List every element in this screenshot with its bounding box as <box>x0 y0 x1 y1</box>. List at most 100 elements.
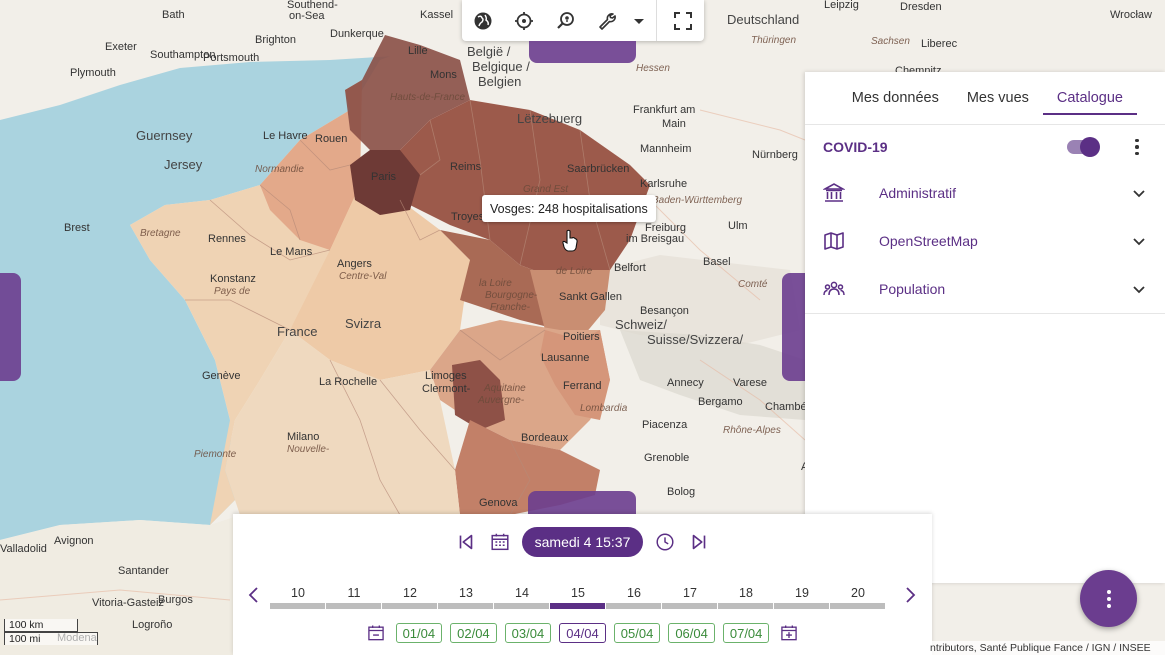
map-label-city: Grenoble <box>644 452 689 464</box>
day-chip[interactable]: 01/04 <box>395 623 443 643</box>
category-population[interactable]: Population <box>805 265 1165 313</box>
hour-label[interactable]: 18 <box>718 586 774 600</box>
day-chip[interactable]: 02/04 <box>450 623 497 643</box>
layer-visibility-toggle[interactable] <box>1067 137 1100 157</box>
calendar-icon[interactable] <box>488 530 512 554</box>
chevron-right-icon[interactable] <box>899 584 921 606</box>
map-toolbar <box>462 0 704 41</box>
wrench-icon[interactable] <box>586 0 627 41</box>
hour-segment[interactable] <box>718 603 773 609</box>
hour-segment[interactable] <box>662 603 717 609</box>
clock-icon[interactable] <box>653 530 677 554</box>
map-label-country: Schweiz/ <box>615 317 667 332</box>
calendar-minus-icon[interactable] <box>364 621 388 645</box>
crosshair-icon[interactable] <box>503 0 544 41</box>
globe-icon[interactable] <box>462 0 503 41</box>
feature-tooltip: Vosges: 248 hospitalisations <box>482 195 656 222</box>
hour-segment[interactable] <box>774 603 829 609</box>
day-chip[interactable]: 03/04 <box>504 623 552 643</box>
layer-header: COVID-19 <box>805 125 1165 169</box>
hour-segment[interactable] <box>382 603 437 609</box>
day-chip-active[interactable]: 04/04 <box>559 623 606 643</box>
map-label-city: Burgos <box>158 594 193 606</box>
map-label-region: Baden-Württemberg <box>652 195 742 206</box>
hour-label[interactable]: 15 <box>550 586 606 600</box>
map-label-city: Santander <box>118 565 169 577</box>
left-panel-handle[interactable] <box>0 273 21 381</box>
map-label-region: Sachsen <box>871 36 910 47</box>
category-label: OpenStreetMap <box>879 233 978 249</box>
hour-segment[interactable] <box>606 603 661 609</box>
map-label-city: Le Mans <box>270 246 313 258</box>
map-label-region: Grand Est <box>523 184 569 195</box>
hour-label[interactable]: 19 <box>774 586 830 600</box>
hour-segment[interactable] <box>438 603 493 609</box>
map-label-city: Dresden <box>900 1 942 13</box>
chevron-down-icon <box>1133 190 1145 198</box>
bottom-panel-handle[interactable] <box>528 491 636 515</box>
hour-label[interactable]: 13 <box>438 586 494 600</box>
map-label-city: Plymouth <box>70 67 116 79</box>
map-label-city: Reims <box>450 161 482 173</box>
hour-segment[interactable] <box>830 603 885 609</box>
calendar-plus-icon[interactable] <box>777 621 801 645</box>
skip-first-icon[interactable] <box>454 530 478 554</box>
tab-mes-vues[interactable]: Mes vues <box>953 72 1043 124</box>
map-label-city: Dunkerque <box>330 28 384 40</box>
category-openstreetmap[interactable]: OpenStreetMap <box>805 217 1165 265</box>
panel-divider <box>805 313 1165 314</box>
map-label-city: Brest <box>64 222 90 234</box>
map-label-city: Rennes <box>208 233 246 245</box>
hour-label[interactable]: 17 <box>662 586 718 600</box>
map-label-city: Bordeaux <box>521 432 569 444</box>
right-panel-handle[interactable] <box>782 273 806 381</box>
hour-label[interactable]: 10 <box>270 586 326 600</box>
current-time-badge[interactable]: samedi 4 15:37 <box>521 527 644 557</box>
hour-track[interactable] <box>270 603 886 609</box>
hour-segment[interactable] <box>494 603 549 609</box>
toggle-knob <box>1080 137 1100 157</box>
tab-mes-donnees[interactable]: Mes données <box>838 72 953 124</box>
map-label-region: Pays de <box>214 286 251 297</box>
map-label-city: Bath <box>162 9 185 21</box>
category-label: Population <box>879 281 946 297</box>
top-panel-handle[interactable] <box>529 41 636 63</box>
day-list: 01/04 02/04 03/04 04/04 05/04 06/04 07/04 <box>395 623 770 643</box>
hour-label[interactable]: 16 <box>606 586 662 600</box>
map-label-city: Logroño <box>132 619 172 631</box>
map-label-country: Lëtzebuerg <box>517 111 582 126</box>
hand-pointer-icon <box>562 229 578 252</box>
hour-segment[interactable] <box>326 603 381 609</box>
day-chip[interactable]: 06/04 <box>668 623 715 643</box>
layer-title: COVID-19 <box>823 139 888 155</box>
map-label-country: France <box>277 324 317 339</box>
search-location-icon[interactable] <box>545 0 586 41</box>
map-label-city: Frankfurt am <box>633 104 695 116</box>
more-options-icon[interactable] <box>1127 138 1147 156</box>
tab-catalogue[interactable]: Catalogue <box>1042 72 1138 124</box>
map-label-region: Comté <box>738 279 768 290</box>
day-selector: 01/04 02/04 03/04 04/04 05/04 06/04 07/04 <box>233 621 932 645</box>
hour-label[interactable]: 14 <box>494 586 550 600</box>
day-chip[interactable]: 07/04 <box>722 623 770 643</box>
map-label-city: Brighton <box>255 34 296 46</box>
map-label-city: Sankt Gallen <box>559 291 622 303</box>
map-label-city: Kassel <box>420 9 453 21</box>
map-label-city: Avignon <box>54 535 94 547</box>
category-administratif[interactable]: Administratif <box>805 169 1165 217</box>
map-label-city: Mannheim <box>640 143 691 155</box>
map-label-city: Wrocław <box>1110 9 1152 21</box>
fullscreen-icon[interactable] <box>663 0 704 41</box>
hour-label[interactable]: 11 <box>326 586 382 600</box>
caret-down-icon[interactable] <box>628 0 650 41</box>
hour-label[interactable]: 20 <box>830 586 886 600</box>
hour-segment-active[interactable] <box>550 603 605 609</box>
map-label-region: Hessen <box>636 63 670 74</box>
hour-segment[interactable] <box>270 603 325 609</box>
hour-label[interactable]: 12 <box>382 586 438 600</box>
institution-icon <box>823 182 845 204</box>
main-menu-button[interactable] <box>1080 570 1137 627</box>
day-chip[interactable]: 05/04 <box>613 623 661 643</box>
map-label-region: Thüringen <box>751 35 796 46</box>
skip-last-icon[interactable] <box>687 530 711 554</box>
